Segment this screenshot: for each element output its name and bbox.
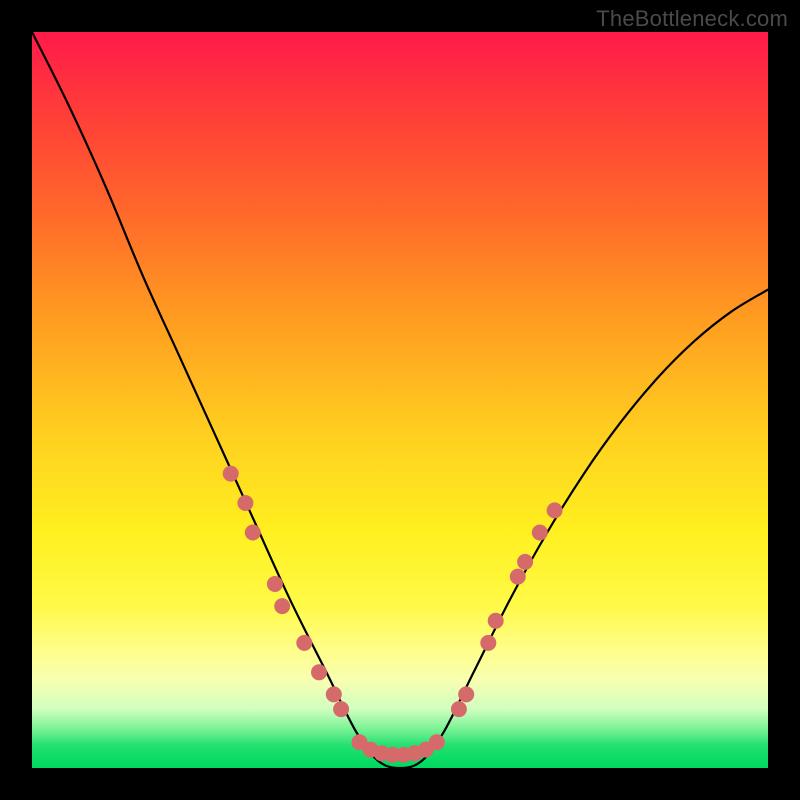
curve-marker xyxy=(488,613,504,629)
curve-marker xyxy=(267,576,283,592)
curve-marker xyxy=(451,701,467,717)
curve-marker xyxy=(532,525,548,541)
curve-marker xyxy=(245,525,261,541)
curve-marker xyxy=(458,686,474,702)
curve-marker xyxy=(510,569,526,585)
curve-markers xyxy=(223,466,563,763)
curve-marker xyxy=(480,635,496,651)
curve-marker xyxy=(311,664,327,680)
bottleneck-curve-svg xyxy=(32,32,768,768)
plot-area xyxy=(32,32,768,768)
curve-marker xyxy=(547,502,563,518)
curve-marker xyxy=(274,598,290,614)
bottleneck-curve xyxy=(32,32,768,768)
curve-marker xyxy=(333,701,349,717)
curve-marker xyxy=(517,554,533,570)
curve-marker xyxy=(326,686,342,702)
chart-frame: TheBottleneck.com xyxy=(0,0,800,800)
watermark-text: TheBottleneck.com xyxy=(596,6,788,32)
curve-marker xyxy=(296,635,312,651)
curve-marker xyxy=(223,466,239,482)
curve-marker xyxy=(237,495,253,511)
curve-marker xyxy=(429,734,445,750)
